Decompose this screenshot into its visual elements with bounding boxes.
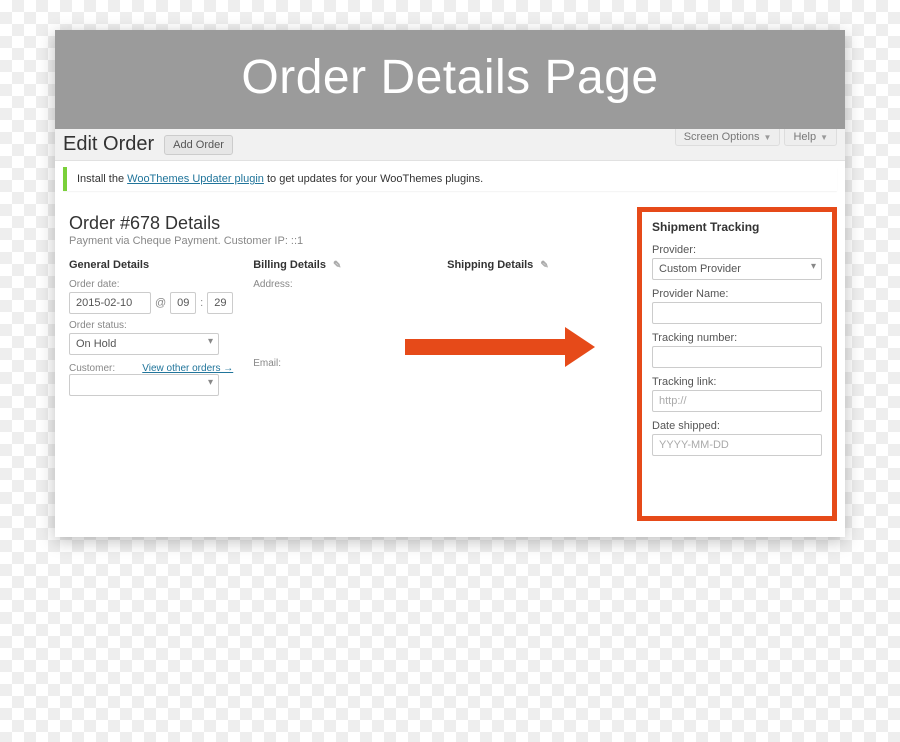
date-shipped-label: Date shipped:: [652, 420, 822, 432]
tracking-link-input[interactable]: [652, 390, 822, 412]
billing-heading-text: Billing Details: [253, 259, 326, 271]
screen-options-button[interactable]: Screen Options ▼: [675, 129, 781, 146]
provider-name-input[interactable]: [652, 302, 822, 324]
chevron-down-icon: ▼: [764, 133, 772, 142]
general-heading: General Details: [69, 259, 233, 271]
at-sign: @: [155, 297, 166, 309]
provider-name-label: Provider Name:: [652, 288, 822, 300]
page-title: Edit Order: [63, 133, 154, 156]
toolbar: Edit Order Add Order Screen Options ▼ He…: [55, 129, 845, 161]
date-shipped-input[interactable]: [652, 434, 822, 456]
tracking-link-label: Tracking link:: [652, 376, 822, 388]
colon: :: [200, 297, 203, 309]
shipping-heading: Shipping Details ✎: [447, 259, 621, 271]
pencil-icon[interactable]: ✎: [540, 260, 548, 271]
customer-label: Customer:: [69, 363, 115, 374]
help-button[interactable]: Help ▼: [784, 129, 837, 146]
banner-title: Order Details Page: [241, 51, 658, 104]
billing-heading: Billing Details ✎: [253, 259, 427, 271]
notice-suffix: to get updates for your WooThemes plugin…: [267, 173, 483, 185]
order-main: Order #678 Details Payment via Cheque Pa…: [63, 207, 627, 521]
details-columns: General Details Order date: @ : Order st…: [63, 259, 627, 396]
page-frame: Order Details Page Edit Order Add Order …: [55, 30, 845, 537]
view-other-orders-link[interactable]: View other orders →: [142, 363, 233, 374]
admin-notice: Install the WooThemes Updater plugin to …: [63, 167, 837, 191]
order-hour-input[interactable]: [170, 292, 196, 314]
shipping-heading-text: Shipping Details: [447, 259, 533, 271]
content-area: Order #678 Details Payment via Cheque Pa…: [55, 197, 845, 537]
tracking-number-label: Tracking number:: [652, 332, 822, 344]
notice-link[interactable]: WooThemes Updater plugin: [127, 173, 264, 185]
shipment-tracking-panel: Shipment Tracking Provider: Custom Provi…: [637, 207, 837, 521]
shipping-details-column: Shipping Details ✎: [447, 259, 621, 396]
screen-options-row: Screen Options ▼ Help ▼: [675, 129, 837, 146]
order-title: Order #678 Details: [69, 213, 627, 234]
order-minute-input[interactable]: [207, 292, 233, 314]
order-status-label: Order status:: [69, 320, 233, 331]
provider-label: Provider:: [652, 244, 822, 256]
notice-prefix: Install the: [77, 173, 127, 185]
pencil-icon[interactable]: ✎: [333, 260, 341, 271]
screen-options-label: Screen Options: [684, 131, 760, 143]
general-details-column: General Details Order date: @ : Order st…: [69, 259, 233, 396]
tracking-number-input[interactable]: [652, 346, 822, 368]
order-date-row: @ :: [69, 292, 233, 314]
help-label: Help: [793, 131, 816, 143]
banner: Order Details Page: [55, 30, 845, 129]
order-date-label: Order date:: [69, 279, 233, 290]
billing-email-label: Email:: [253, 358, 427, 369]
billing-address-label: Address:: [253, 279, 427, 290]
billing-details-column: Billing Details ✎ Address: Email:: [253, 259, 427, 396]
order-status-select[interactable]: On Hold: [69, 333, 219, 355]
order-date-input[interactable]: [69, 292, 151, 314]
add-order-button[interactable]: Add Order: [164, 135, 233, 155]
order-subtitle: Payment via Cheque Payment. Customer IP:…: [69, 235, 627, 247]
shipment-tracking-heading: Shipment Tracking: [652, 220, 822, 234]
chevron-down-icon: ▼: [820, 133, 828, 142]
provider-select[interactable]: Custom Provider: [652, 258, 822, 280]
customer-select[interactable]: [69, 374, 219, 396]
